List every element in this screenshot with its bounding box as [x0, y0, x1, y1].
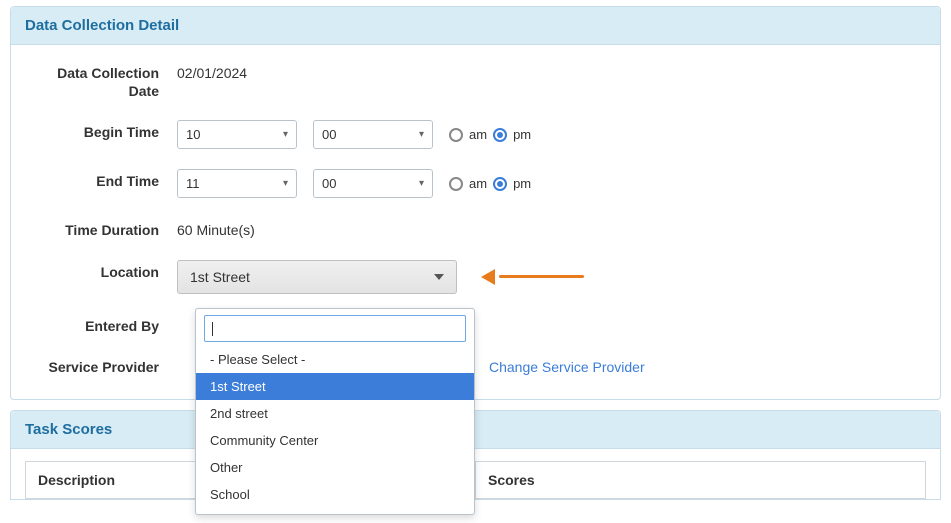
change-service-provider-link[interactable]: Change Service Provider: [489, 359, 645, 375]
location-search-input[interactable]: [213, 321, 458, 336]
caret-down-icon: [434, 274, 444, 280]
begin-minute-value: 00: [322, 127, 336, 142]
label-duration: Time Duration: [27, 216, 177, 240]
location-option-other[interactable]: Other: [196, 454, 474, 481]
value-location: 1st Street: [177, 258, 924, 294]
value-duration: 60 Minute(s): [177, 216, 924, 238]
begin-minute-select[interactable]: 00 ▾: [313, 120, 433, 149]
location-search-box[interactable]: [204, 315, 466, 342]
location-option-school[interactable]: School: [196, 481, 474, 508]
label-entered-by: Entered By: [27, 312, 177, 336]
row-location: Location 1st Street: [27, 258, 924, 294]
chevron-down-icon: ▾: [419, 129, 424, 140]
arrow-line-icon: [499, 275, 584, 278]
row-date: Data Collection Date 02/01/2024: [27, 59, 924, 100]
label-location: Location: [27, 258, 177, 282]
row-begin-time: Begin Time 10 ▾ 00 ▾ am pm: [27, 118, 924, 149]
location-option-please-select[interactable]: - Please Select -: [196, 346, 474, 373]
chevron-down-icon: ▾: [283, 178, 288, 189]
label-date: Data Collection Date: [27, 59, 177, 100]
callout-arrow: [481, 269, 584, 285]
value-date: 02/01/2024: [177, 59, 924, 81]
task-scores-title: Task Scores: [11, 411, 940, 449]
begin-hour-select[interactable]: 10 ▾: [177, 120, 297, 149]
label-service-provider: Service Provider: [27, 353, 177, 377]
end-ampm-group: am pm: [449, 176, 531, 191]
end-minute-select[interactable]: 00 ▾: [313, 169, 433, 198]
end-minute-value: 00: [322, 176, 336, 191]
begin-hour-value: 10: [186, 127, 200, 142]
value-end-time: 11 ▾ 00 ▾ am pm: [177, 167, 924, 198]
location-combo[interactable]: 1st Street: [177, 260, 457, 294]
col-scores: Scores: [476, 462, 925, 498]
end-hour-select[interactable]: 11 ▾: [177, 169, 297, 198]
begin-am-radio[interactable]: [449, 128, 463, 142]
end-am-radio[interactable]: [449, 177, 463, 191]
end-pm-radio[interactable]: [493, 177, 507, 191]
row-duration: Time Duration 60 Minute(s): [27, 216, 924, 240]
panel-body: Data Collection Date 02/01/2024 Begin Ti…: [11, 45, 940, 399]
end-pm-label: pm: [513, 176, 531, 191]
chevron-down-icon: ▾: [419, 178, 424, 189]
arrow-head-icon: [481, 269, 495, 285]
begin-ampm-group: am pm: [449, 127, 531, 142]
location-dropdown-open: - Please Select - 1st Street 2nd street …: [195, 308, 475, 515]
location-option-1st-street[interactable]: 1st Street: [196, 373, 474, 400]
task-scores-table: Description Scores: [25, 461, 926, 499]
row-service-provider: Service Provider Change Service Provider: [27, 353, 924, 377]
end-hour-value: 11: [186, 176, 200, 191]
task-scores-panel: Task Scores Description Scores: [10, 410, 941, 500]
end-am-label: am: [469, 176, 487, 191]
panel-title: Data Collection Detail: [11, 7, 940, 45]
location-option-community-center[interactable]: Community Center: [196, 427, 474, 454]
label-begin-time: Begin Time: [27, 118, 177, 142]
label-end-time: End Time: [27, 167, 177, 191]
row-entered-by: Entered By: [27, 312, 924, 336]
chevron-down-icon: ▾: [283, 129, 288, 140]
row-end-time: End Time 11 ▾ 00 ▾ am pm: [27, 167, 924, 198]
location-selected-value: 1st Street: [190, 269, 250, 285]
begin-pm-radio[interactable]: [493, 128, 507, 142]
location-option-2nd-street[interactable]: 2nd street: [196, 400, 474, 427]
data-collection-detail-panel: Data Collection Detail Data Collection D…: [10, 6, 941, 400]
begin-pm-label: pm: [513, 127, 531, 142]
value-begin-time: 10 ▾ 00 ▾ am pm: [177, 118, 924, 149]
begin-am-label: am: [469, 127, 487, 142]
